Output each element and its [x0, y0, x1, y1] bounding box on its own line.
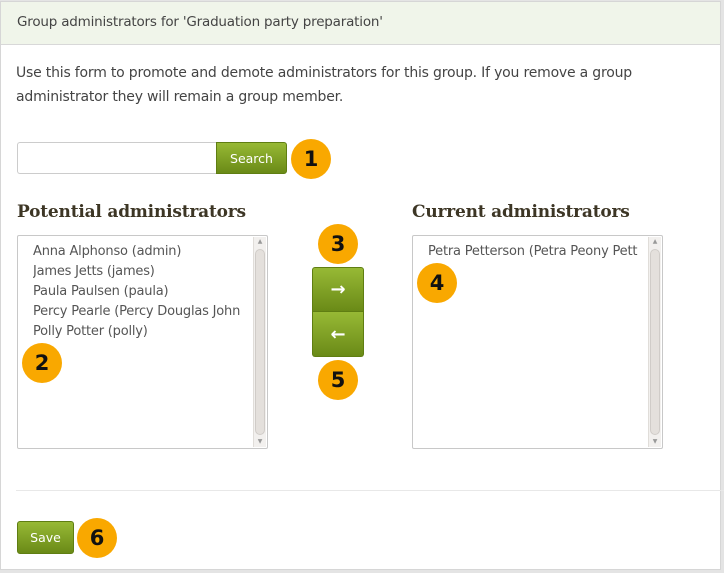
list-item[interactable]: Anna Alphonso (admin) [33, 242, 251, 262]
panel-title: Group administrators for 'Graduation par… [17, 14, 383, 30]
arrow-left-icon: ← [330, 323, 346, 345]
search-button[interactable]: Search [216, 142, 287, 174]
scroll-thumb[interactable] [255, 249, 265, 435]
scroll-thumb[interactable] [650, 249, 660, 435]
form-description: Use this form to promote and demote admi… [16, 65, 632, 105]
callout-badge-1: 1 [291, 139, 331, 179]
remove-admin-button[interactable]: ← [312, 312, 364, 357]
list-item[interactable]: Petra Petterson (Petra Peony Pett [428, 242, 646, 262]
arrow-right-icon: → [330, 279, 346, 300]
scroll-down-icon[interactable]: ▼ [649, 437, 661, 447]
scroll-down-icon[interactable]: ▼ [254, 437, 266, 447]
callout-badge-2: 2 [22, 343, 62, 383]
save-button[interactable]: Save [17, 521, 74, 554]
list-item[interactable]: James Jetts (james) [33, 262, 251, 282]
callout-badge-5: 5 [318, 360, 358, 400]
potential-admins-heading: Potential administrators [17, 202, 246, 222]
scroll-up-icon[interactable]: ▲ [649, 237, 661, 247]
potential-admins-list[interactable]: Anna Alphonso (admin) James Jetts (james… [17, 235, 268, 449]
list-item[interactable]: Paula Paulsen (paula) [33, 282, 251, 302]
search-input[interactable] [17, 142, 217, 174]
list-item[interactable]: Percy Pearle (Percy Douglas John [33, 302, 251, 322]
scroll-up-icon[interactable]: ▲ [254, 237, 266, 247]
list-item[interactable]: Polly Potter (polly) [33, 322, 251, 342]
scrollbar[interactable]: ▲ ▼ [648, 237, 661, 447]
callout-badge-6: 6 [77, 518, 117, 558]
callout-badge-4: 4 [417, 263, 457, 303]
panel-header: Group administrators for 'Graduation par… [1, 2, 720, 45]
divider [16, 490, 724, 491]
add-admin-button[interactable]: → [312, 267, 364, 312]
scrollbar[interactable]: ▲ ▼ [253, 237, 266, 447]
current-admins-heading: Current administrators [412, 202, 630, 222]
callout-badge-3: 3 [318, 224, 358, 264]
